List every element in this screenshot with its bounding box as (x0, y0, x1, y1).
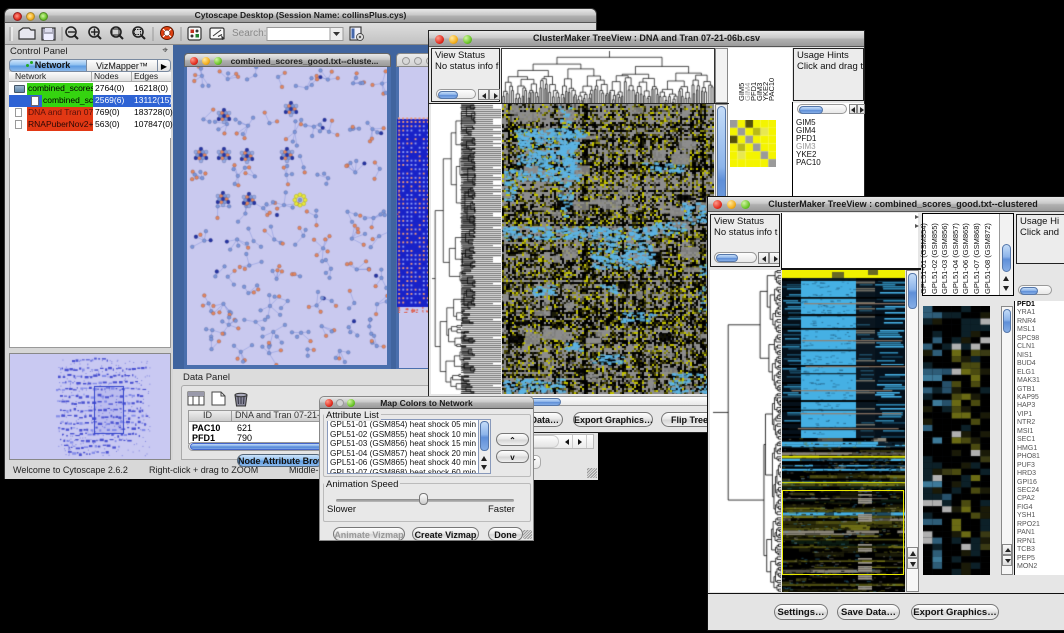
svg-text:Search:: Search: (232, 28, 266, 39)
